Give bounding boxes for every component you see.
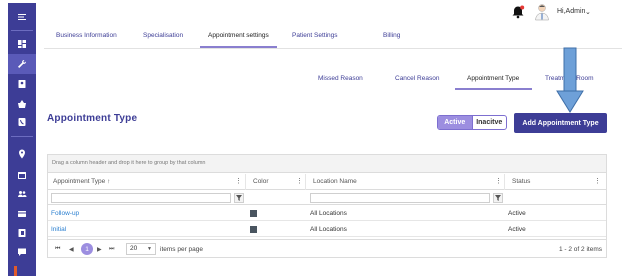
status-cell: Active: [508, 226, 526, 233]
annotation-arrow-icon: [556, 47, 584, 113]
user-greeting[interactable]: Hi,Admin: [557, 8, 585, 15]
column-header-appointment-type[interactable]: Appointment Type ↑: [53, 178, 110, 185]
filter-input-appointment-type[interactable]: [51, 193, 231, 203]
active-subtab-indicator: [455, 88, 532, 90]
phone-icon[interactable]: [8, 112, 36, 132]
current-page-button[interactable]: 1: [81, 243, 93, 255]
group-panel[interactable]: Drag a column header and drop it here to…: [48, 155, 606, 173]
location-pin-icon[interactable]: [8, 144, 36, 164]
table-row[interactable]: Initial All Locations Active: [48, 222, 606, 237]
column-header-location-name[interactable]: Location Name: [313, 178, 357, 185]
tab-business-information[interactable]: Business Information: [56, 32, 117, 39]
users-icon[interactable]: [8, 184, 36, 204]
pager-info: 1 - 2 of 2 items: [559, 246, 602, 253]
first-page-icon[interactable]: ⏮: [55, 246, 60, 253]
group-hint: Drag a column header and drop it here to…: [52, 160, 206, 166]
color-swatch: [250, 210, 257, 217]
avatar[interactable]: [534, 3, 550, 21]
prev-page-icon[interactable]: ◀: [69, 246, 74, 253]
filter-row: [48, 191, 606, 205]
sidebar-accent-bar: [14, 266, 17, 276]
color-swatch: [250, 226, 257, 233]
toggle-inactive[interactable]: Inacitve: [471, 116, 507, 129]
appointment-sub-tabs: Missed Reason Cancel Reason Appointment …: [36, 68, 629, 92]
subtab-missed-reason[interactable]: Missed Reason: [318, 75, 363, 82]
status-cell: Active: [508, 210, 526, 217]
dashboard-icon[interactable]: [8, 34, 36, 54]
location-cell: All Locations: [310, 226, 347, 233]
appointment-type-link[interactable]: Follow-up: [51, 210, 79, 217]
chevron-down-icon[interactable]: ⌄: [585, 8, 591, 16]
column-menu-icon[interactable]: ⋮: [495, 177, 502, 185]
subtab-appointment-type[interactable]: Appointment Type: [467, 75, 519, 82]
tab-patient-settings[interactable]: Patient Settings: [292, 32, 338, 39]
toggle-active[interactable]: Active: [438, 116, 472, 129]
tab-specialisation[interactable]: Specialisation: [143, 32, 183, 39]
settings-wrench-icon[interactable]: [8, 54, 36, 74]
table-row[interactable]: Follow-up All Locations Active: [48, 206, 606, 221]
chat-icon[interactable]: [8, 242, 36, 262]
notification-bell-icon[interactable]: [511, 5, 525, 19]
appointment-type-grid: Drag a column header and drop it here to…: [47, 154, 607, 258]
grid-header: Appointment Type ↑ ⋮ Color ⋮ Location Na…: [48, 174, 606, 190]
report-icon[interactable]: [8, 223, 36, 243]
payment-card-icon[interactable]: [8, 204, 36, 224]
page-title: Appointment Type: [47, 113, 138, 124]
filter-input-location-name[interactable]: [310, 193, 490, 203]
patient-card-icon[interactable]: [8, 74, 36, 94]
last-page-icon[interactable]: ⏭: [109, 246, 114, 253]
column-header-color[interactable]: Color: [253, 178, 269, 185]
appointment-type-link[interactable]: Initial: [51, 226, 66, 233]
location-cell: All Locations: [310, 210, 347, 217]
next-page-icon[interactable]: ▶: [97, 246, 102, 253]
status-toggle[interactable]: Active Inacitve: [437, 115, 507, 130]
settings-tabs: Business Information Specialisation Appo…: [36, 27, 629, 49]
tab-billing[interactable]: Billing: [383, 32, 400, 39]
tabs-divider: [44, 48, 622, 49]
filter-icon[interactable]: [493, 193, 503, 203]
dropdown-caret-icon: ▼: [147, 246, 152, 252]
calendar-icon[interactable]: [8, 165, 36, 185]
column-menu-icon[interactable]: ⋮: [235, 177, 242, 185]
sidebar: [8, 3, 36, 276]
column-header-status[interactable]: Status: [512, 178, 530, 185]
pager: ⏮ ◀ 1 ▶ ⏭ 20 ▼ items per page 1 - 2 of 2…: [48, 239, 606, 258]
tab-appointment-settings[interactable]: Appointment settings: [208, 32, 269, 39]
subtab-cancel-reason[interactable]: Cancel Reason: [395, 75, 439, 82]
basket-icon[interactable]: [8, 94, 36, 114]
column-menu-icon[interactable]: ⋮: [296, 177, 303, 185]
page-size-label: items per page: [160, 246, 203, 253]
filter-icon[interactable]: [234, 193, 244, 203]
sort-ascending-icon[interactable]: ↑: [107, 178, 110, 185]
page-size-select[interactable]: 20 ▼: [126, 243, 156, 255]
add-appointment-type-button[interactable]: Add Appointment Type: [514, 113, 607, 133]
column-menu-icon[interactable]: ⋮: [594, 177, 601, 185]
menu-collapse-icon[interactable]: [8, 7, 36, 27]
